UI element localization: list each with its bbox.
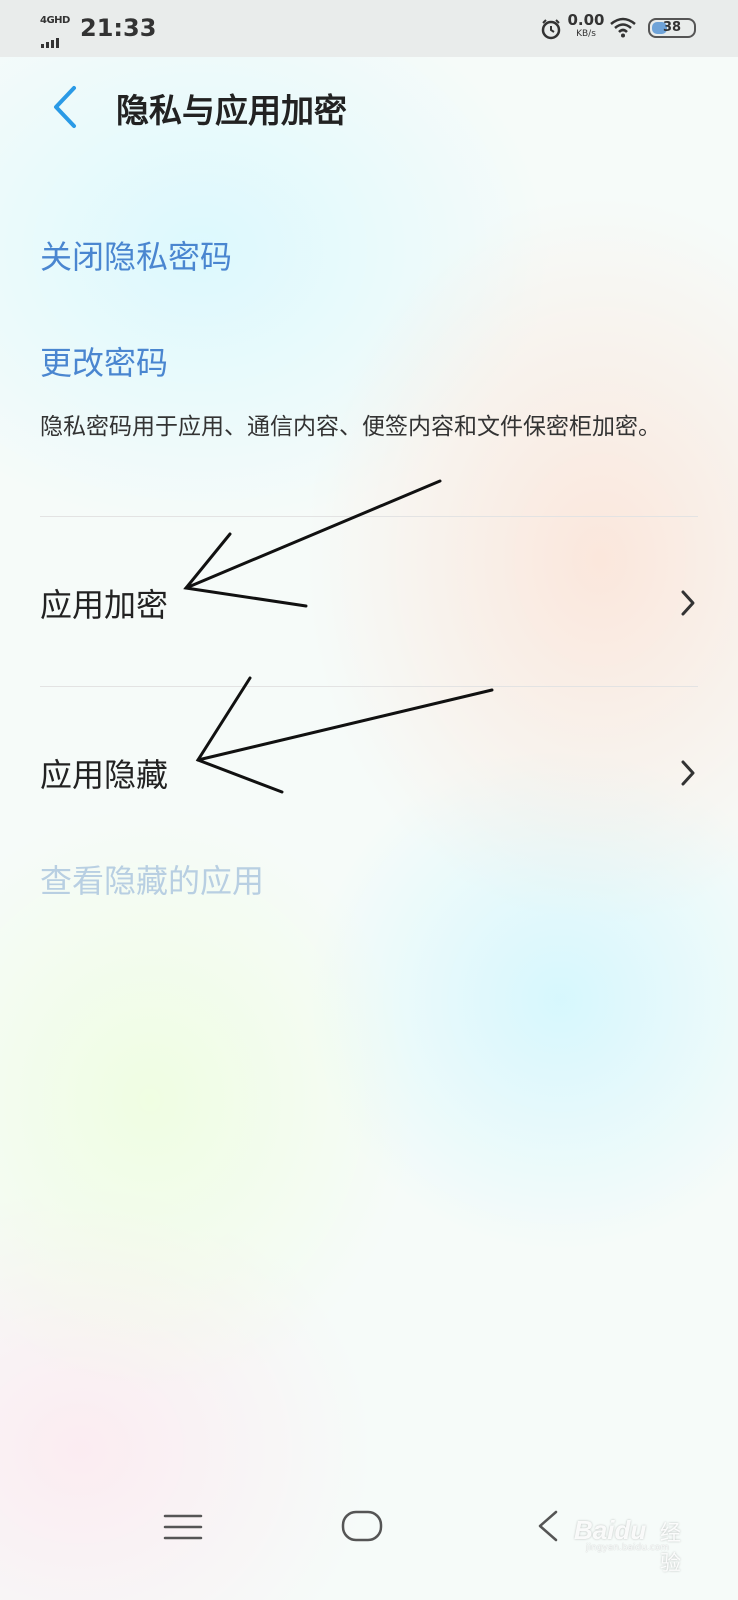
close-privacy-password-link[interactable]: 关闭隐私密码 — [40, 232, 232, 278]
menu-item-label: 应用加密 — [40, 586, 169, 624]
privacy-password-description: 隐私密码用于应用、通信内容、便签内容和文件保密柜加密。 — [40, 414, 661, 440]
divider — [40, 516, 698, 517]
menu-item-app-hiding[interactable]: 应用隐藏 — [0, 716, 738, 826]
page-title: 隐私与应用加密 — [116, 91, 347, 130]
battery-level: 38 — [662, 20, 682, 35]
watermark-url: jingyan.baidu.com — [586, 1543, 670, 1553]
watermark-brand: Baidu — [574, 1515, 647, 1545]
chevron-right-icon — [681, 590, 695, 616]
divider — [40, 686, 698, 687]
network-type: 4GHD — [40, 15, 70, 26]
battery-icon: 38 — [648, 18, 696, 38]
wifi-icon — [610, 17, 636, 38]
menu-item-app-encryption[interactable]: 应用加密 — [0, 546, 738, 656]
network-speed-value: 0.00 — [567, 11, 605, 29]
network-speed-unit: KB/s — [576, 29, 596, 39]
status-bar: 4GHD 21:33 0.00 KB/s 38 — [0, 0, 738, 57]
change-password-link[interactable]: 更改密码 — [40, 338, 168, 384]
back-arrow-icon[interactable] — [46, 82, 86, 132]
chevron-right-icon — [681, 760, 695, 786]
menu-item-label: 应用隐藏 — [40, 756, 169, 794]
alarm-icon — [541, 19, 561, 40]
view-hidden-apps-link: 查看隐藏的应用 — [40, 862, 265, 900]
status-time: 21:33 — [80, 14, 157, 42]
menu-icon[interactable] — [163, 1510, 203, 1544]
home-icon[interactable] — [341, 1508, 383, 1544]
cellular-signal-icon: 4GHD — [40, 15, 72, 48]
network-speed: 0.00 KB/s — [566, 11, 606, 40]
baidu-watermark: Baidu 经验 jingyan.baidu.com — [556, 1505, 696, 1575]
